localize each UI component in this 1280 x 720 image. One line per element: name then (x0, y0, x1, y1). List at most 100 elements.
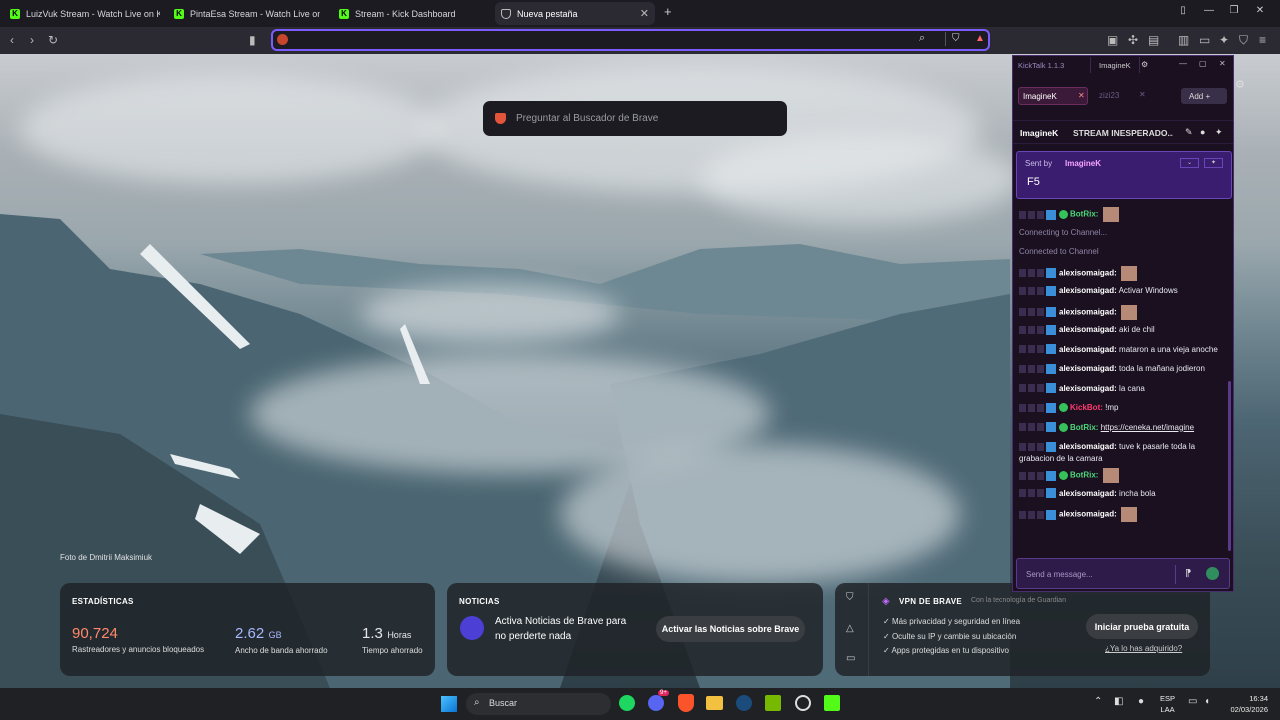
triangle-icon[interactable]: △ (846, 623, 854, 634)
mod-action-icon[interactable] (1037, 308, 1044, 316)
wallet-icon[interactable]: ▭ (1199, 33, 1210, 47)
mod-action-icon[interactable] (1019, 269, 1026, 277)
mod-action-icon[interactable] (1028, 403, 1035, 412)
close-icon[interactable]: ✕ (640, 7, 649, 20)
brave-search-popup[interactable]: Preguntar al Buscador de Brave (483, 101, 787, 136)
brave-icon[interactable] (678, 694, 694, 712)
mod-action-icon[interactable] (1037, 384, 1044, 393)
tab-manager-icon[interactable]: ▤ (1148, 33, 1159, 47)
brush-icon[interactable]: ✎ (1185, 127, 1193, 138)
close-tab-icon[interactable]: ✕ (1139, 90, 1146, 99)
sidebar-icon[interactable]: ▥ (1178, 33, 1189, 47)
chat-username[interactable]: alexisomaigad: (1059, 325, 1117, 334)
chat-username[interactable]: alexisomaigad: (1059, 286, 1117, 295)
mod-action-icon[interactable] (1019, 286, 1026, 295)
taskbar-search[interactable]: ⌕ Buscar (466, 693, 611, 715)
file-explorer-icon[interactable] (706, 696, 723, 710)
chat-username[interactable]: BotRix: (1070, 471, 1098, 480)
mod-action-icon[interactable] (1019, 489, 1026, 498)
mod-action-icon[interactable] (1037, 489, 1044, 498)
mod-action-icon[interactable] (1019, 364, 1026, 373)
steam-icon[interactable] (736, 695, 752, 711)
tab-luizvuk[interactable]: K LuizVuk Stream - Watch Live on Kick (4, 2, 166, 25)
mod-action-icon[interactable] (1028, 325, 1035, 334)
minimize-icon[interactable]: — (1201, 5, 1217, 16)
start-trial-button[interactable]: Iniciar prueba gratuita (1086, 614, 1198, 639)
shield-icon[interactable]: ⛉ (846, 592, 854, 603)
video-icon[interactable]: ▭ (846, 653, 855, 664)
chat-username[interactable]: alexisomaigad: (1059, 307, 1117, 316)
brave-shields-icon[interactable]: ⛉ (952, 33, 960, 44)
menu-icon[interactable]: ≡ (1259, 33, 1266, 47)
chat-username[interactable]: alexisomaigad: (1059, 345, 1117, 354)
chevron-up-icon[interactable]: ⌃ (1094, 696, 1102, 707)
unpin-icon[interactable]: ✦ (1204, 158, 1223, 168)
close-tab-icon[interactable]: ✕ (1078, 91, 1085, 100)
mod-action-icon[interactable] (1028, 442, 1035, 451)
mod-action-icon[interactable] (1028, 364, 1035, 373)
pin-icon[interactable]: ✦ (1215, 127, 1223, 138)
address-input[interactable] (295, 33, 895, 47)
bookmark-icon[interactable]: ▮ (249, 33, 256, 47)
user-icon[interactable]: ● (1200, 127, 1205, 137)
chat-username[interactable]: BotRix: (1070, 210, 1098, 219)
controller-icon[interactable]: ◧ (1114, 696, 1123, 707)
mod-action-icon[interactable] (1028, 510, 1035, 519)
mod-action-icon[interactable] (1028, 384, 1035, 393)
mod-action-icon[interactable] (1037, 286, 1044, 295)
chat-username[interactable]: alexisomaigad: (1059, 489, 1117, 498)
mod-action-icon[interactable] (1019, 384, 1026, 393)
chat-username[interactable]: alexisomaigad: (1059, 268, 1117, 277)
zoom-icon[interactable]: ⌕ (919, 32, 925, 45)
mod-action-icon[interactable] (1019, 403, 1026, 412)
chat-tab-zizi23[interactable]: zizi23 ✕ (1093, 87, 1149, 105)
sidebar-toggle-icon[interactable]: ▯ (1175, 5, 1191, 16)
puzzle-icon[interactable]: ✣ (1128, 33, 1138, 47)
mod-action-icon[interactable] (1028, 423, 1035, 432)
mod-action-icon[interactable] (1037, 403, 1044, 412)
leo-ai-icon[interactable]: ✦ (1219, 33, 1229, 47)
mod-action-icon[interactable] (1028, 308, 1035, 316)
chat-username[interactable]: alexisomaigad: (1059, 510, 1117, 519)
kicktalk-user[interactable]: ImagineK (1090, 57, 1140, 73)
spotify-icon[interactable] (619, 695, 635, 711)
chat-username[interactable]: alexisomaigad: (1059, 364, 1117, 373)
settings-icon[interactable]: ⚙ (1141, 60, 1148, 69)
back-icon[interactable]: ‹ (10, 33, 14, 47)
clock[interactable]: 16:34 02/03/2026 (1224, 693, 1268, 715)
mod-action-icon[interactable] (1028, 286, 1035, 295)
mod-action-icon[interactable] (1037, 471, 1044, 480)
vpn-icon[interactable]: ⛉ (1239, 33, 1248, 48)
emoji-icon[interactable] (1206, 567, 1219, 580)
chat-tab-imaginek[interactable]: ImagineK ✕ (1018, 87, 1088, 105)
windows-start-icon[interactable] (441, 696, 457, 712)
new-tab-button[interactable]: + (664, 4, 672, 19)
tab-new[interactable]: Nueva pestaña ✕ (495, 2, 655, 25)
mod-action-icon[interactable] (1019, 325, 1026, 334)
chat-username[interactable]: KickBot: (1070, 403, 1103, 412)
mod-action-icon[interactable] (1037, 510, 1044, 519)
discord-icon[interactable] (648, 695, 664, 711)
mod-action-icon[interactable] (1028, 471, 1035, 480)
tab-dashboard[interactable]: K Stream - Kick Dashboard (333, 2, 491, 25)
maximize-icon[interactable]: ▢ (1199, 59, 1207, 68)
rewards-icon[interactable]: ▲ (975, 33, 985, 44)
mod-action-icon[interactable] (1019, 442, 1026, 451)
close-icon[interactable]: ✕ (1219, 59, 1226, 68)
forward-icon[interactable]: › (30, 33, 34, 47)
mod-action-icon[interactable] (1019, 423, 1026, 432)
microphone-icon[interactable]: ● (1138, 696, 1144, 707)
volume-icon[interactable]: ◖ (1204, 696, 1210, 707)
obs-icon[interactable] (795, 695, 811, 711)
mod-action-icon[interactable] (1037, 423, 1044, 432)
mod-action-icon[interactable] (1019, 471, 1026, 480)
expand-icon[interactable]: ⌄ (1180, 158, 1199, 168)
maximize-icon[interactable]: ❐ (1226, 5, 1242, 16)
mod-action-icon[interactable] (1028, 210, 1035, 219)
reload-icon[interactable]: ↻ (48, 33, 58, 47)
close-window-icon[interactable]: ✕ (1252, 5, 1268, 16)
mod-action-icon[interactable] (1037, 345, 1044, 354)
mod-action-icon[interactable] (1019, 210, 1026, 219)
mod-action-icon[interactable] (1028, 269, 1035, 277)
translate-icon[interactable]: ⁋ (1185, 568, 1191, 579)
